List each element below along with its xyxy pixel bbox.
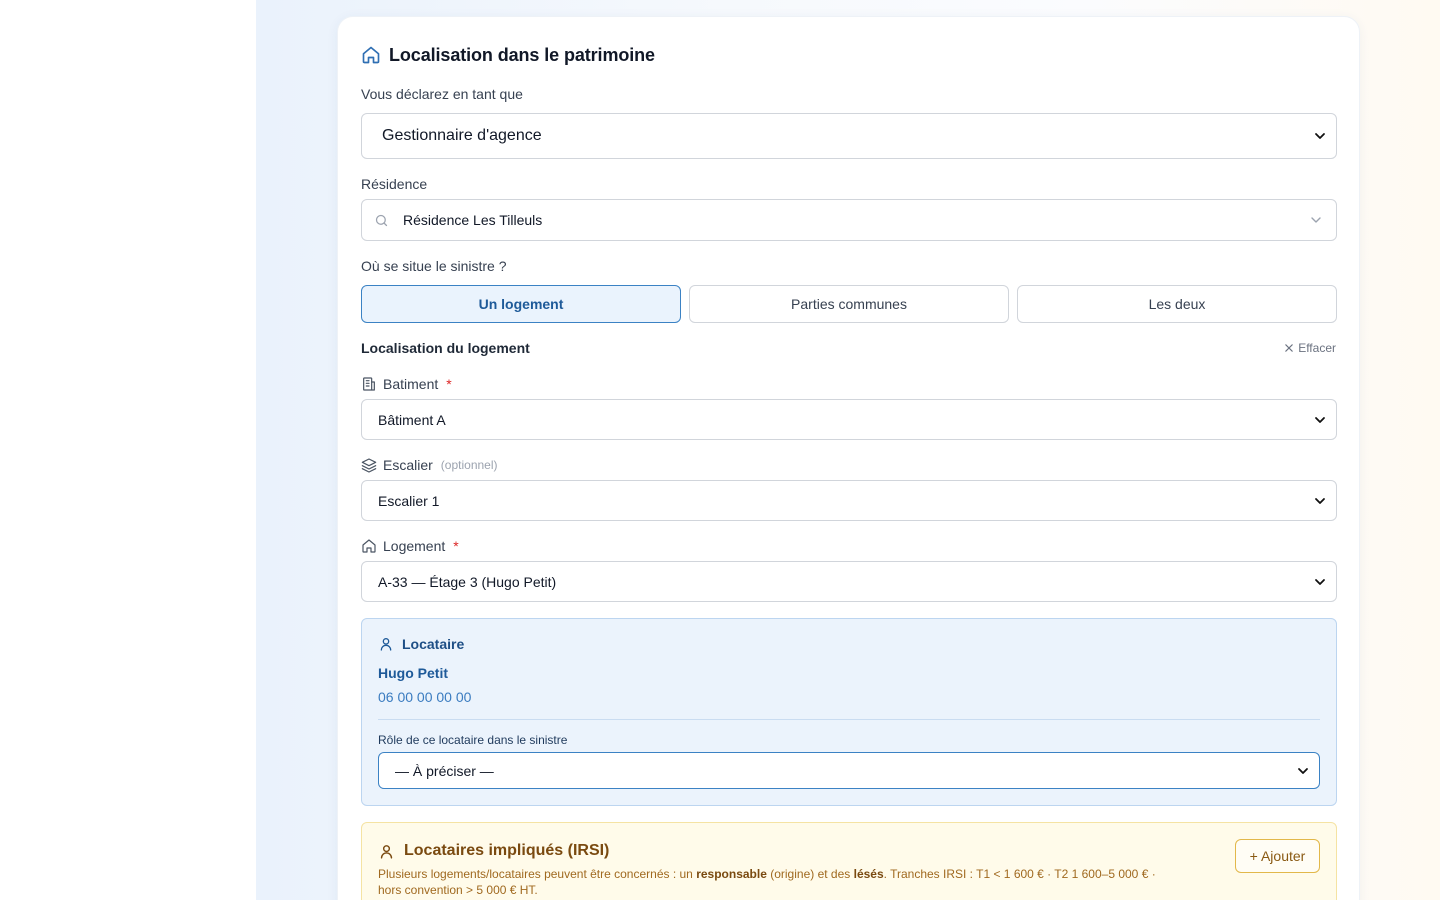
user-icon bbox=[378, 636, 394, 652]
unit-select[interactable]: A-33 — Étage 3 (Hugo Petit) bbox=[361, 561, 1337, 602]
tenant-header: Locataire bbox=[378, 636, 464, 652]
unit-label: Logement * bbox=[361, 538, 459, 554]
irsi-desc-bold: lésés bbox=[853, 867, 884, 881]
clear-button[interactable]: Effacer bbox=[1285, 341, 1336, 355]
declarant-label: Vous déclarez en tant que bbox=[361, 86, 523, 102]
layers-icon bbox=[361, 457, 377, 473]
location-card: Localisation dans le patrimoine Vous déc… bbox=[337, 16, 1360, 900]
declarant-value: Gestionnaire d'agence bbox=[382, 127, 542, 144]
irsi-desc-part: hors convention > 5 000 € HT. bbox=[378, 883, 538, 897]
staircase-label: Escalier (optionnel) bbox=[361, 457, 498, 473]
optional-label: (optionnel) bbox=[440, 458, 498, 472]
search-icon bbox=[374, 213, 389, 228]
building-select[interactable]: Bâtiment A bbox=[361, 399, 1337, 440]
irsi-header: Locataires impliqués (IRSI) bbox=[378, 842, 609, 860]
tenant-phone[interactable]: 06 00 00 00 00 bbox=[378, 689, 471, 705]
building-value: Bâtiment A bbox=[378, 411, 446, 428]
chevron-down-icon bbox=[1314, 576, 1326, 588]
clear-label: Effacer bbox=[1298, 341, 1336, 355]
close-icon bbox=[1285, 344, 1293, 352]
building-label-text: Batiment bbox=[383, 376, 439, 392]
section-title: Localisation dans le patrimoine bbox=[361, 44, 1337, 66]
irsi-desc-bold: responsable bbox=[696, 867, 767, 881]
staircase-value: Escalier 1 bbox=[378, 492, 440, 509]
unit-location-title: Localisation du logement bbox=[361, 340, 530, 356]
tenant-role-value: — À préciser — bbox=[395, 762, 494, 779]
chevron-down-icon bbox=[1314, 495, 1326, 507]
irsi-desc-part: (origine) et des bbox=[766, 867, 854, 881]
tenant-role-label: Rôle de ce locataire dans le sinistre bbox=[378, 733, 568, 747]
required-mark: * bbox=[446, 376, 452, 392]
building-label: Batiment * bbox=[361, 376, 452, 392]
unit-label-text: Logement bbox=[383, 538, 446, 554]
left-blank-area bbox=[0, 0, 256, 900]
home-icon bbox=[361, 45, 381, 65]
home-icon bbox=[361, 538, 377, 554]
irsi-desc-part: . Tranches IRSI : T1 < 1 600 € · T2 1 60… bbox=[883, 867, 1156, 881]
irsi-title: Locataires impliqués (IRSI) bbox=[404, 842, 610, 859]
tenant-role-select[interactable]: — À préciser — bbox=[378, 752, 1320, 789]
unit-value: A-33 — Étage 3 (Hugo Petit) bbox=[378, 573, 557, 590]
tenant-name: Hugo Petit bbox=[378, 665, 448, 681]
add-tenant-button[interactable]: + Ajouter bbox=[1235, 839, 1320, 873]
chevron-down-icon bbox=[1314, 414, 1326, 426]
divider bbox=[378, 719, 1320, 720]
location-question-label: Où se situe le sinistre ? bbox=[361, 258, 507, 274]
section-title-text: Localisation dans le patrimoine bbox=[389, 44, 655, 65]
option-common-areas-button[interactable]: Parties communes bbox=[689, 285, 1009, 323]
option-both-button[interactable]: Les deux bbox=[1017, 285, 1337, 323]
required-mark: * bbox=[453, 538, 459, 554]
option-unit-button[interactable]: Un logement bbox=[361, 285, 681, 323]
tenant-panel: Locataire Hugo Petit 06 00 00 00 00 Rôle… bbox=[361, 618, 1337, 806]
staircase-label-text: Escalier bbox=[383, 457, 433, 473]
chevron-down-icon bbox=[1310, 214, 1322, 226]
residence-value: Résidence Les Tilleuls bbox=[403, 212, 543, 228]
residence-combobox[interactable]: Résidence Les Tilleuls bbox=[361, 199, 1337, 241]
declarant-select[interactable]: Gestionnaire d'agence bbox=[361, 113, 1337, 159]
residence-label: Résidence bbox=[361, 176, 428, 192]
irsi-panel: Locataires impliqués (IRSI) Plusieurs lo… bbox=[361, 822, 1337, 900]
irsi-desc-part: Plusieurs logements/locataires peuvent ê… bbox=[378, 867, 697, 881]
chevron-down-icon bbox=[1297, 765, 1309, 777]
chevron-down-icon bbox=[1314, 130, 1326, 142]
building-icon bbox=[361, 376, 377, 392]
staircase-select[interactable]: Escalier 1 bbox=[361, 480, 1337, 521]
irsi-description: Plusieurs logements/locataires peuvent ê… bbox=[378, 866, 1218, 898]
user-icon bbox=[378, 843, 395, 860]
tenant-title: Locataire bbox=[402, 636, 465, 652]
